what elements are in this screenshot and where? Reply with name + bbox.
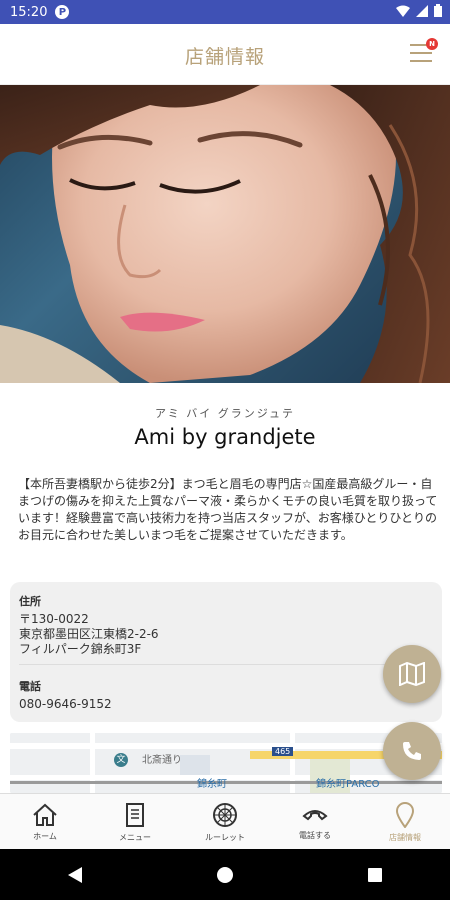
status-icons xyxy=(396,4,442,17)
wifi-icon xyxy=(396,5,410,17)
shop-name-kana: アミ バイ グランジュテ xyxy=(154,407,295,420)
bottom-navigation: ホーム メニュー ルーレット 電話する 店舗情報 xyxy=(0,793,450,850)
phone-icon xyxy=(302,809,328,820)
page-title: 店舗情報 xyxy=(184,46,265,68)
map-street-label: 北斎通り xyxy=(142,755,182,766)
nav-item-shop-info[interactable]: 店舗情報 xyxy=(360,794,450,850)
nav-label: メニュー xyxy=(119,832,151,842)
home-circle-icon[interactable] xyxy=(216,866,234,884)
app-notification-icon: P xyxy=(55,5,70,19)
hamburger-menu-button[interactable]: N xyxy=(410,38,438,64)
battery-icon xyxy=(434,4,442,17)
map-parco-label: 錦糸町PARCO xyxy=(316,779,380,790)
map-station-label: 錦糸町 xyxy=(197,779,227,790)
shop-map[interactable]: 北斎通り 文 錦糸町 錦糸町PARCO 465 xyxy=(10,733,442,793)
system-navigation-bar xyxy=(0,849,450,900)
shop-hero-image xyxy=(0,85,450,383)
roulette-icon xyxy=(213,802,237,827)
location-pin-icon xyxy=(395,801,415,828)
nav-label: ルーレット xyxy=(205,832,245,842)
divider xyxy=(19,664,426,665)
address-street: 東京都墨田区江東橋2-2-6 xyxy=(19,627,159,641)
map-route-shield: 465 xyxy=(272,747,294,756)
nav-label: 店舗情報 xyxy=(389,832,421,842)
status-time: 15:20 xyxy=(10,4,48,20)
phone-label: 電話 xyxy=(19,680,41,693)
phone-icon xyxy=(403,742,421,760)
menu-book-icon xyxy=(126,802,144,827)
signal-icon xyxy=(416,4,428,17)
map-school-marker: 文 xyxy=(114,753,128,767)
status-bar: 15:20 P xyxy=(0,0,450,24)
nav-item-roulette[interactable]: ルーレット xyxy=(180,794,270,850)
notification-badge: N xyxy=(426,38,438,50)
back-icon[interactable] xyxy=(67,866,83,884)
recents-icon[interactable] xyxy=(367,867,383,883)
nav-item-menu[interactable]: メニュー xyxy=(90,794,180,850)
shop-name: Ami by grandjete xyxy=(134,425,316,449)
call-fab-button[interactable] xyxy=(383,722,441,780)
nav-item-call[interactable]: 電話する xyxy=(270,794,360,850)
shop-info-card: 住所 〒130-0022 東京都墨田区江東橋2-2-6 フィルパーク錦糸町3F … xyxy=(10,582,442,722)
nav-item-home[interactable]: ホーム xyxy=(0,794,90,850)
nav-label: 電話する xyxy=(299,830,331,840)
map-fab-button[interactable] xyxy=(383,645,441,703)
address-postal: 〒130-0022 xyxy=(19,612,89,626)
address-building: フィルパーク錦糸町3F xyxy=(19,642,142,656)
phone-number[interactable]: 080-9646-9152 xyxy=(19,697,112,712)
shop-description: 【本所吾妻橋駅から徒歩2分】まつ毛と眉毛の専門店☆国産最高級グルー・自まつげの傷… xyxy=(18,477,438,542)
nav-label: ホーム xyxy=(33,831,57,841)
map-icon xyxy=(399,662,425,686)
app-header: 店舗情報 N xyxy=(0,24,450,85)
home-icon xyxy=(33,803,57,826)
address-label: 住所 xyxy=(19,595,41,608)
